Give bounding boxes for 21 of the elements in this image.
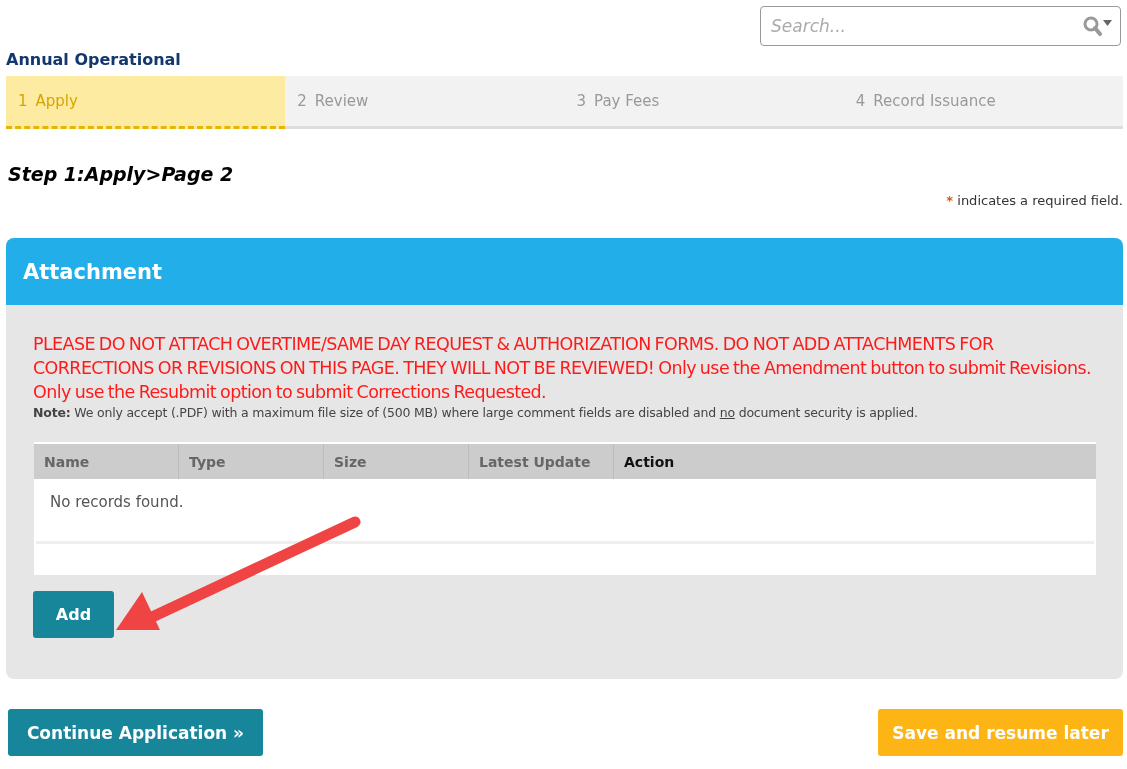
- column-header: Name: [34, 444, 179, 479]
- note-text: Note: We only accept (.PDF) with a maximum file size of (500 MB) where large comment fields are disabled and no document security is applied.: [33, 405, 919, 420]
- warning-text: PLEASE DO NOT ATTACH OVERTIME/SAME DAY REQUEST & AUTHORIZATION FORMS. DO NOT ADD ATTACHMENTS FOR CORRECTIONS OR REVISIONS ON THIS PAGE. THEY WILL NOT BE REVIEWED! Only use the Amendment button to submit Revisions. Only use the Resubmit option to submit Corrections Requested.: [33, 333, 1092, 404]
- step-tab[interactable]: 4 Record Issuance: [843, 76, 1123, 126]
- continue-button[interactable]: Continue Application »: [8, 709, 263, 756]
- empty-message: No records found.: [49, 492, 185, 511]
- column-header: Action: [623, 452, 676, 472]
- save-button[interactable]: Save and resume later: [878, 709, 1123, 756]
- add-button[interactable]: Add: [33, 591, 114, 638]
- search-icon[interactable]: [1083, 16, 1113, 36]
- column-header: Size: [324, 444, 469, 479]
- panel-header: Attachment: [6, 238, 1123, 305]
- step-tab[interactable]: 3 Pay Fees: [564, 76, 844, 126]
- column-header: Latest Update: [469, 444, 614, 479]
- required-field-note: * indicates a required field.: [946, 193, 1123, 208]
- search-field[interactable]: Search...: [760, 6, 1121, 46]
- record-type-title: Annual Operational: [6, 50, 182, 71]
- step-tab[interactable]: 1 Apply: [6, 76, 286, 129]
- column-header: Type: [179, 444, 324, 479]
- step-tab[interactable]: 2 Review: [285, 76, 565, 126]
- step-heading: Step 1:Apply>Page 2: [8, 163, 235, 185]
